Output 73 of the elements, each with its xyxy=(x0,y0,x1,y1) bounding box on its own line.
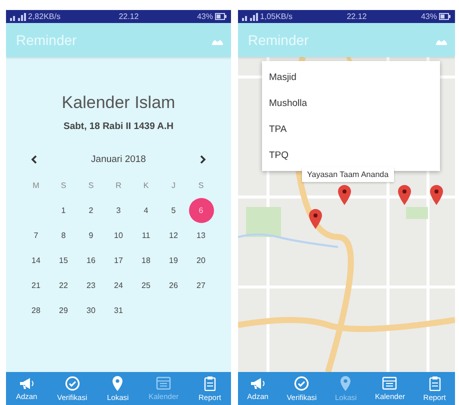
calendar-day[interactable]: 12 xyxy=(161,223,186,248)
calendar-day[interactable]: 11 xyxy=(134,223,158,248)
pin-icon xyxy=(340,376,352,390)
calendar-day[interactable]: 13 xyxy=(188,223,214,248)
battery-percent: 43% xyxy=(420,12,437,21)
network-speed: 1,05KB/s xyxy=(260,12,292,21)
menu-item[interactable]: TPA xyxy=(262,116,440,142)
calendar-day[interactable]: 28 xyxy=(24,298,48,323)
weekday-label: S xyxy=(87,180,95,192)
menu-item[interactable]: Musholla xyxy=(262,90,440,116)
calendar-day[interactable]: 23 xyxy=(78,273,104,298)
map-pin-icon[interactable] xyxy=(430,185,443,205)
next-month-icon[interactable] xyxy=(200,155,206,164)
menu-item[interactable]: TPQ xyxy=(262,142,440,168)
weekday-label: S xyxy=(60,180,68,192)
calendar-day[interactable]: 19 xyxy=(161,248,186,273)
calendar-day[interactable]: 31 xyxy=(106,298,131,323)
calendar-day[interactable]: 26 xyxy=(161,273,186,298)
clipboard-icon xyxy=(428,376,441,390)
calendar-day[interactable]: 14 xyxy=(24,248,48,273)
calendar-day[interactable]: 30 xyxy=(78,298,104,323)
calendar-day[interactable]: 10 xyxy=(106,223,131,248)
previous-month-icon[interactable] xyxy=(31,155,37,164)
check-icon xyxy=(64,376,80,390)
calendar-day[interactable]: 20 xyxy=(188,248,214,273)
battery-percent: 43% xyxy=(196,12,213,21)
calendar-day[interactable]: 21 xyxy=(24,273,48,298)
weekday-label: K xyxy=(142,180,150,192)
calendar-day[interactable]: 25 xyxy=(134,273,158,298)
calendar-day[interactable]: 8 xyxy=(51,223,76,248)
month-label: Januari 2018 xyxy=(91,154,146,165)
map-pin-icon[interactable] xyxy=(398,185,411,205)
hijri-date: Sabt, 18 Rabi II 1439 A.H xyxy=(64,121,174,132)
calendar-day[interactable]: 3 xyxy=(106,198,131,223)
megaphone-icon xyxy=(18,376,35,390)
network-speed: 2,82KB/s xyxy=(28,12,60,21)
calendar-icon xyxy=(156,376,172,390)
weekday-label: M xyxy=(32,180,40,192)
calendar-day[interactable]: 27 xyxy=(188,273,214,298)
weekday-label: R xyxy=(114,180,122,192)
battery-icon xyxy=(438,13,451,20)
calendar-day[interactable]: 15 xyxy=(51,248,76,273)
calendar-day[interactable]: 17 xyxy=(106,248,131,273)
menu-item[interactable]: Masjid xyxy=(262,64,440,90)
check-icon xyxy=(294,376,310,390)
calendar-day[interactable]: 5 xyxy=(161,198,186,223)
calendar-day[interactable]: 7 xyxy=(24,223,48,248)
calendar-day[interactable]: 29 xyxy=(51,298,76,323)
calendar-day[interactable]: 9 xyxy=(78,223,104,248)
calendar-title: Kalender Islam xyxy=(62,93,176,113)
calendar-day[interactable]: 18 xyxy=(134,248,158,273)
signal-icon xyxy=(242,12,258,20)
weekday-label: S xyxy=(197,180,205,192)
app-title: Reminder xyxy=(16,32,77,48)
marker-info-label: Yayasan Taam Ananda xyxy=(302,167,394,182)
megaphone-icon xyxy=(250,376,266,390)
calendar-day[interactable]: 24 xyxy=(106,273,131,298)
battery-icon xyxy=(214,13,227,20)
map-pin-icon[interactable] xyxy=(309,209,322,229)
weekday-label: J xyxy=(170,180,176,192)
app-title: Reminder xyxy=(248,32,309,48)
calendar-icon xyxy=(382,376,398,390)
calendar-day[interactable]: 16 xyxy=(78,248,104,273)
calendar-day[interactable]: 1 xyxy=(51,198,76,223)
clock-time: 22.12 xyxy=(118,12,139,21)
clipboard-icon xyxy=(204,376,216,390)
map-pin-icon[interactable] xyxy=(338,185,351,205)
signal-icon xyxy=(10,12,26,20)
calendar-day[interactable]: 4 xyxy=(134,198,158,223)
clock-time: 22.12 xyxy=(346,12,367,21)
pin-icon xyxy=(112,376,124,390)
calendar-day[interactable]: 22 xyxy=(51,273,76,298)
calendar-day[interactable]: 2 xyxy=(78,198,104,223)
